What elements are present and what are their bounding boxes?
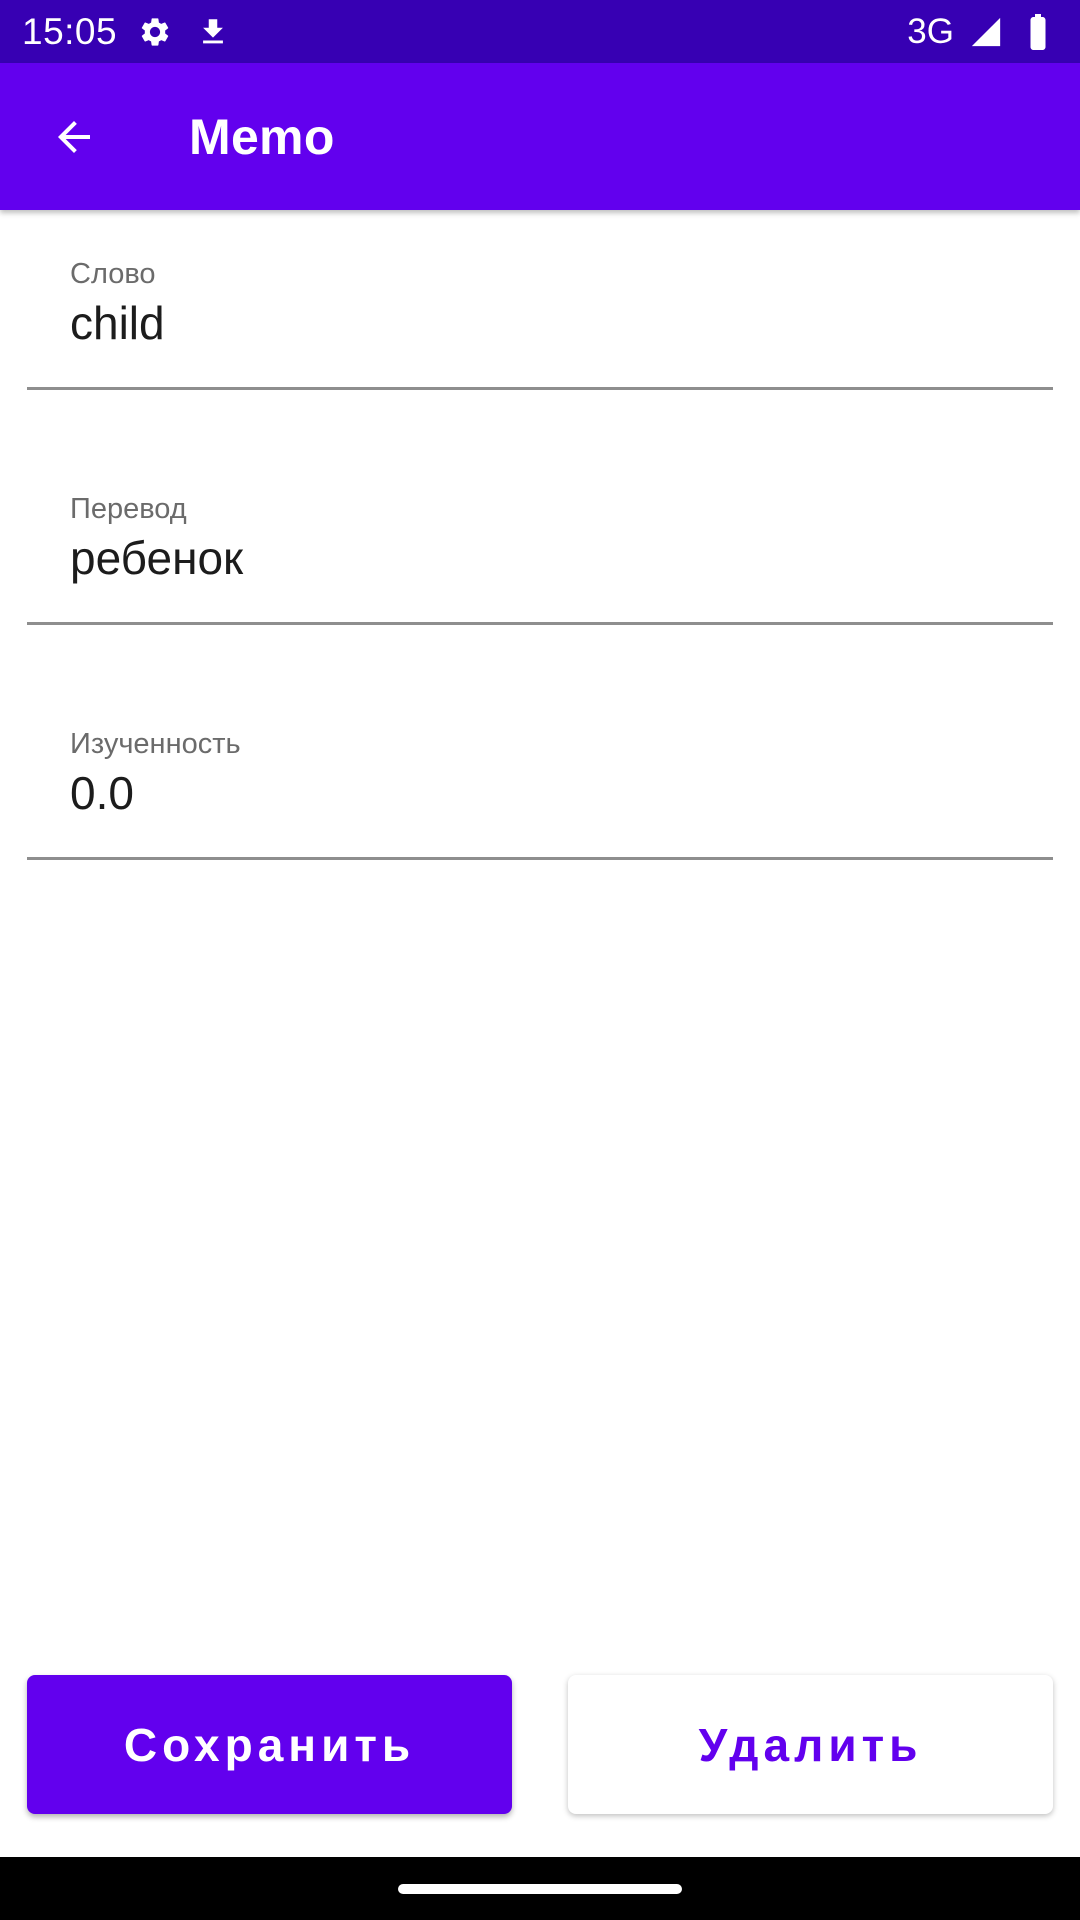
- download-icon: [193, 12, 233, 52]
- status-time: 15:05: [22, 10, 118, 52]
- save-button[interactable]: Сохранить: [27, 1675, 512, 1814]
- home-gesture-handle[interactable]: [398, 1883, 682, 1894]
- delete-button[interactable]: Удалить: [568, 1675, 1053, 1814]
- arrow-back-icon: [57, 120, 90, 153]
- translation-field-label: Перевод: [70, 493, 187, 525]
- signal-icon: [966, 12, 1006, 52]
- settings-icon: [135, 12, 175, 52]
- back-button[interactable]: [0, 63, 147, 210]
- status-left: 15:05: [22, 11, 233, 53]
- network-type: 3G: [907, 11, 954, 51]
- progress-field[interactable]: Изученность 0.0: [27, 710, 1053, 860]
- progress-field-label: Изученность: [70, 728, 241, 760]
- translation-field[interactable]: Перевод ребенок: [27, 475, 1053, 625]
- translation-input[interactable]: ребенок: [70, 531, 243, 585]
- word-field[interactable]: Слово child: [27, 240, 1053, 390]
- page-title: Memo: [189, 108, 335, 165]
- status-bar: 15:05 3G: [0, 0, 1080, 63]
- app-bar: Memo: [0, 63, 1080, 210]
- word-field-label: Слово: [70, 258, 156, 290]
- progress-input[interactable]: 0.0: [70, 766, 134, 820]
- navigation-bar: [0, 1857, 1080, 1920]
- word-input[interactable]: child: [70, 296, 165, 350]
- battery-icon: [1018, 12, 1058, 52]
- memo-edit-screen: 15:05 3G Memo Слово child Перевод ребено…: [0, 0, 1080, 1920]
- status-right: 3G: [907, 12, 1058, 52]
